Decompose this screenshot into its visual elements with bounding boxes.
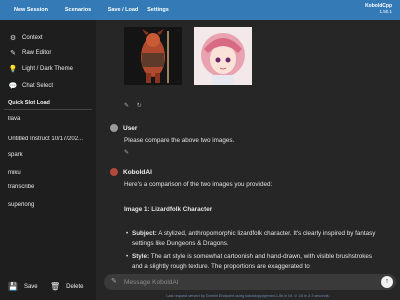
bullet-dot: • xyxy=(126,230,129,237)
pencil-icon: ✎ xyxy=(111,278,117,285)
lightbulb-icon: 💡 xyxy=(8,66,18,73)
save-icon: 💾 xyxy=(8,282,18,291)
sidebar-item-label: Light / Dark Theme xyxy=(22,66,73,72)
sidebar-footer: 💾 Save 🗑 Delete xyxy=(0,276,96,300)
ai-intro-text: Here's a comparison of the two images yo… xyxy=(124,181,273,188)
sidebar-item-theme[interactable]: 💡 Light / Dark Theme xyxy=(8,63,73,75)
slot-item-miku[interactable]: miku xyxy=(8,170,92,176)
sidebar-item-context[interactable]: ⚙ Context xyxy=(8,32,43,44)
chat-icon: 💬 xyxy=(8,83,18,90)
sidebar: ⚙ Context ✎ Raw Editor 💡 Light / Dark Th… xyxy=(0,20,96,300)
trash-icon: 🗑 xyxy=(50,282,61,291)
edit-icon[interactable]: ✎ xyxy=(124,103,129,109)
send-button[interactable]: ↑ xyxy=(381,276,393,288)
top-navigation-bar: New Session Scenarios Save / Load Settin… xyxy=(0,0,400,20)
settings-button[interactable]: Settings xyxy=(140,0,176,20)
save-button[interactable]: 💾 Save xyxy=(8,282,38,291)
bullet-dot: • xyxy=(126,253,129,260)
message-input-bar: ✎ ↑ xyxy=(104,274,396,290)
gear-icon: ⚙ xyxy=(9,35,17,42)
edit-icon[interactable]: ✎ xyxy=(124,149,129,156)
slot-item-transcribe[interactable]: transcribe xyxy=(8,184,92,190)
delete-label: Delete xyxy=(66,283,84,290)
chat-area: ✎ ↻ User Please compare the above two im… xyxy=(96,20,400,300)
refresh-icon[interactable]: ↻ xyxy=(137,103,142,109)
slot-item-llava[interactable]: llava xyxy=(8,116,92,122)
sidebar-item-label: Chat Select xyxy=(22,83,54,89)
new-session-button[interactable]: New Session xyxy=(8,0,54,20)
scenarios-button[interactable]: Scenarios xyxy=(58,0,98,20)
sidebar-item-chat-select[interactable]: 💬 Chat Select xyxy=(8,80,53,92)
ai-avatar xyxy=(110,168,118,176)
anime-girl-image[interactable] xyxy=(194,27,252,85)
bullet-label: Style: xyxy=(132,253,150,260)
lizardfolk-image[interactable] xyxy=(124,27,182,85)
sidebar-item-label: Context xyxy=(22,35,43,41)
bullet-text: A stylized, anthropomorphic lizardfolk c… xyxy=(132,230,376,247)
save-label: Save xyxy=(23,283,38,290)
slot-item-spark[interactable]: spark xyxy=(8,152,92,158)
user-message-header: User xyxy=(110,124,137,132)
bullet-label: Subject: xyxy=(132,230,157,237)
list-item: • Style: The art style is somewhat carto… xyxy=(126,252,382,271)
edit-icon: ✎ xyxy=(10,50,16,57)
bullet-text: The art style is somewhat cartoonish and… xyxy=(132,253,372,270)
status-footer: Last request served by Gemini Endpoint u… xyxy=(166,294,330,298)
user-name: User xyxy=(123,124,138,132)
list-item: • Subject: A stylized, anthropomorphic l… xyxy=(126,229,382,248)
slot-item-superlong[interactable]: superlong xyxy=(8,202,92,208)
version-label: 1.50.1 xyxy=(379,9,392,14)
user-message-text: Please compare the above two images. xyxy=(124,137,235,144)
image-actions: ✎ ↻ xyxy=(124,102,148,109)
ai-heading: Image 1: Lizardfolk Character xyxy=(124,206,213,213)
delete-button[interactable]: 🗑 Delete xyxy=(50,282,84,291)
ai-message-header: KoboldAI xyxy=(110,168,152,176)
quick-slot-title: Quick Slot Load xyxy=(8,100,50,106)
slot-item-untitled[interactable]: Untitled Instruct 10/17/202... xyxy=(8,136,92,142)
arrow-up-icon: ↑ xyxy=(385,278,389,285)
divider xyxy=(4,109,92,110)
sidebar-item-raw-editor[interactable]: ✎ Raw Editor xyxy=(8,47,51,59)
user-avatar xyxy=(110,124,118,132)
message-input[interactable] xyxy=(124,276,364,288)
app-brand: KoboldCpp 1.50.1 xyxy=(365,3,392,15)
ai-name: KoboldAI xyxy=(123,168,152,176)
sidebar-item-label: Raw Editor xyxy=(22,50,52,56)
